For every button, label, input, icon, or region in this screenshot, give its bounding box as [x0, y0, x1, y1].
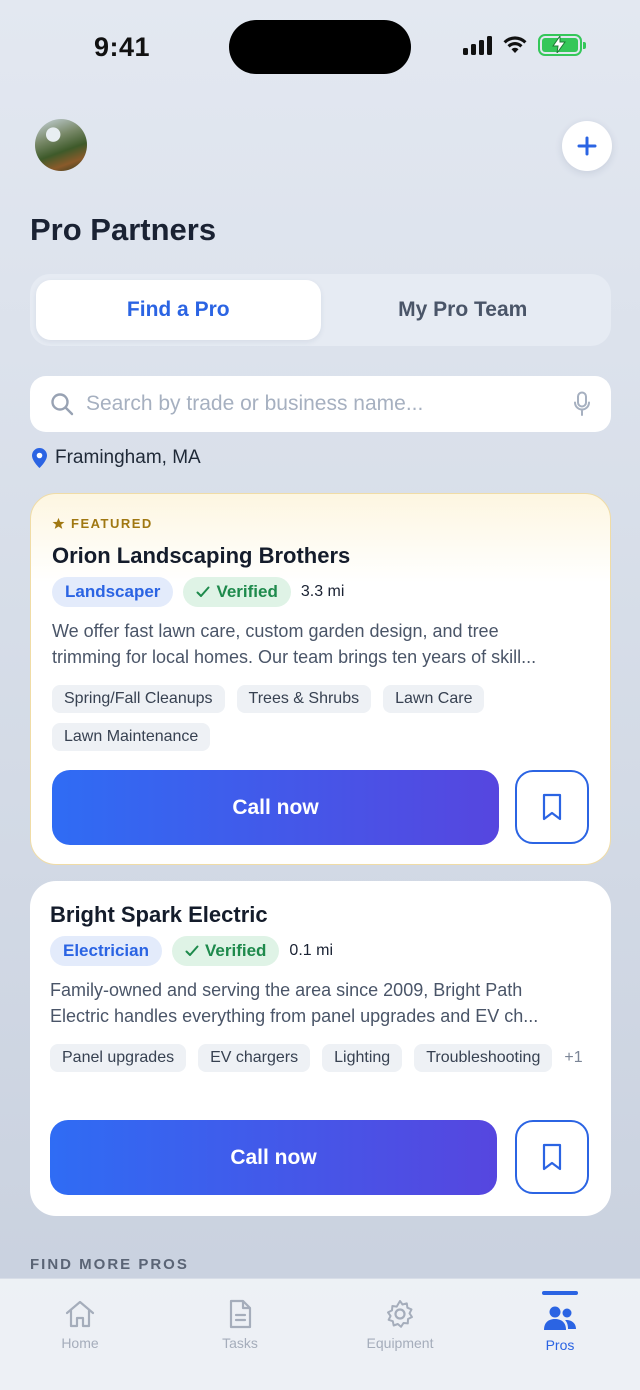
service-tag: Spring/Fall Cleanups	[52, 685, 225, 713]
search-icon	[51, 393, 74, 416]
bookmark-icon	[542, 1143, 562, 1171]
tab-home[interactable]: Home	[0, 1279, 160, 1390]
bookmark-button[interactable]	[515, 1120, 589, 1194]
search-input[interactable]	[86, 392, 573, 416]
page-title: Pro Partners	[30, 212, 217, 247]
call-now-button[interactable]: Call now	[52, 770, 499, 845]
featured-badge: FEATURED	[52, 516, 153, 531]
tab-equipment[interactable]: Equipment	[320, 1279, 480, 1390]
distance: 0.1 mi	[289, 942, 333, 959]
service-tag: Panel upgrades	[50, 1044, 187, 1072]
tab-find-a-pro[interactable]: Find a Pro	[36, 280, 321, 340]
tab-tasks[interactable]: Tasks	[160, 1279, 320, 1390]
card-meta: Electrician Verified 0.1 mi	[50, 936, 333, 966]
plus-icon	[577, 136, 597, 156]
people-icon	[544, 1306, 576, 1330]
tab-bar: Home Tasks Equipment Pros	[0, 1278, 640, 1390]
status-bar: 9:41	[0, 0, 640, 90]
distance: 3.3 mi	[300, 583, 345, 600]
service-tag: Trees & Shrubs	[236, 685, 372, 713]
microphone-icon[interactable]	[573, 391, 591, 417]
service-tag: Lawn Care	[383, 685, 485, 713]
dynamic-island	[229, 20, 411, 74]
tab-label: Tasks	[222, 1335, 258, 1351]
location-pin-icon	[32, 448, 47, 468]
service-tag: Lawn Maintenance	[52, 723, 211, 751]
tab-label: Pros	[545, 1337, 575, 1353]
service-tag: Troubleshooting	[414, 1044, 553, 1072]
pro-card-featured[interactable]: FEATURED Orion Landscaping Brothers Land…	[30, 493, 611, 865]
business-name: Orion Landscaping Brothers	[52, 543, 351, 568]
tab-pros[interactable]: Pros	[480, 1279, 640, 1390]
call-now-button[interactable]: Call now	[50, 1120, 497, 1195]
check-icon	[185, 945, 199, 956]
section-label: FIND MORE PROS	[30, 1256, 189, 1273]
home-icon	[65, 1300, 95, 1328]
gear-icon	[387, 1300, 413, 1328]
pro-card[interactable]: Bright Spark Electric Electrician Verifi…	[30, 881, 611, 1216]
bookmark-icon	[542, 793, 562, 821]
business-description: Family-owned and serving the area since …	[50, 980, 539, 1026]
location-indicator[interactable]: Framingham, MA	[32, 447, 201, 469]
verified-badge: Verified	[183, 577, 291, 607]
cellular-signal-icon	[463, 35, 492, 55]
wifi-icon	[503, 36, 527, 53]
tab-label: Equipment	[366, 1335, 434, 1351]
service-tags: Panel upgrades EV chargers Lighting Trou…	[50, 1044, 595, 1072]
document-icon	[229, 1299, 252, 1329]
add-button[interactable]	[562, 121, 612, 171]
search-bar	[30, 376, 611, 432]
trade-badge: Electrician	[50, 936, 162, 966]
status-icons	[463, 34, 586, 56]
location-text: Framingham, MA	[55, 447, 201, 468]
more-tags-count[interactable]: +1	[564, 1044, 582, 1072]
card-meta: Landscaper Verified 3.3 mi	[52, 577, 344, 607]
check-icon	[196, 586, 210, 597]
avatar[interactable]	[35, 119, 87, 171]
service-tag: EV chargers	[198, 1044, 311, 1072]
tab-label: Home	[61, 1335, 99, 1351]
star-icon	[52, 517, 65, 529]
trade-badge: Landscaper	[52, 577, 174, 607]
battery-icon	[538, 34, 586, 56]
status-time: 9:41	[94, 32, 151, 62]
service-tags: Spring/Fall Cleanups Trees & Shrubs Lawn…	[52, 685, 597, 751]
tab-my-pro-team[interactable]: My Pro Team	[321, 280, 606, 340]
segmented-control: Find a Pro My Pro Team	[30, 274, 611, 346]
verified-badge: Verified	[172, 936, 280, 966]
service-tag: Lighting	[322, 1044, 403, 1072]
bookmark-button[interactable]	[515, 770, 589, 844]
business-description: We offer fast lawn care, custom garden d…	[52, 621, 537, 667]
business-name: Bright Spark Electric	[50, 902, 268, 927]
